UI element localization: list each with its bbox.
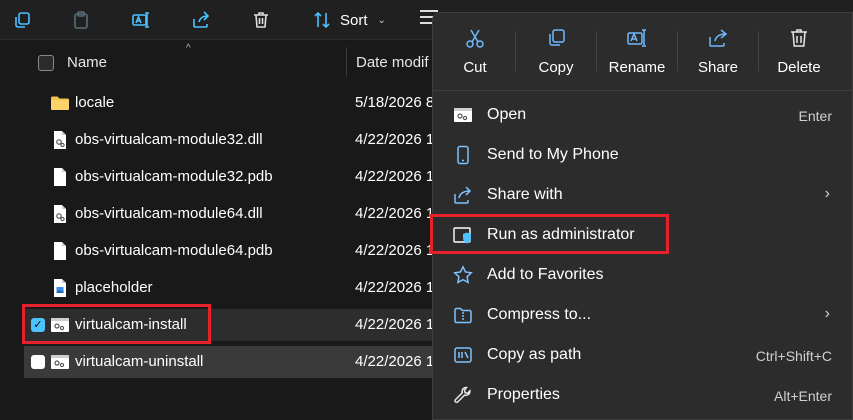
file-date: 4/22/2026 1 (355, 316, 435, 333)
row-checkbox[interactable] (31, 355, 45, 369)
file-date: 4/22/2026 1 (355, 131, 435, 148)
delete-icon[interactable] (247, 6, 275, 34)
file-date: 4/22/2026 1 (355, 279, 435, 296)
menu-item-label: Send to My Phone (487, 146, 619, 163)
rename-label: Rename (608, 59, 666, 76)
menu-item-copy-as-path[interactable]: Copy as path Ctrl+Shift+C (433, 335, 853, 375)
column-header-date[interactable]: Date modif (356, 54, 429, 71)
rename-button[interactable]: Rename (597, 27, 677, 83)
menu-highlight-box (430, 214, 669, 254)
shortcut-text: Enter (798, 108, 832, 124)
copy-icon (549, 29, 565, 46)
copy-button[interactable]: Copy (516, 27, 596, 83)
file-date: 4/22/2026 1 (355, 168, 435, 185)
dll-file-icon (50, 130, 70, 150)
rename-icon (627, 29, 646, 47)
delete-label: Delete (777, 59, 821, 76)
sort-label: Sort (340, 11, 368, 29)
menu-item-label: Add to Favorites (487, 266, 604, 283)
column-divider[interactable] (346, 47, 347, 77)
script-file-icon (50, 352, 70, 372)
file-highlight-box (22, 304, 211, 344)
zip-icon (453, 305, 473, 325)
file-name: virtualcam-uninstall (75, 353, 204, 370)
paste-icon[interactable] (67, 6, 95, 34)
copy-label: Copy (538, 59, 574, 76)
share-label: Share (697, 59, 739, 76)
folder-icon (50, 93, 70, 113)
menu-item-properties[interactable]: Properties Alt+Enter (433, 375, 853, 415)
scissors-icon (466, 29, 484, 48)
menu-item-label: Compress to... (487, 306, 592, 323)
cut-button[interactable]: Cut (435, 27, 515, 83)
rename-icon[interactable] (127, 6, 155, 34)
menu-item-label: Properties (487, 386, 560, 403)
copy-icon[interactable] (8, 6, 36, 34)
file-name: locale (75, 94, 115, 111)
column-header-name[interactable]: Name (67, 54, 107, 71)
file-name: placeholder (75, 279, 153, 296)
file-name: obs-virtualcam-module64.dll (75, 205, 263, 222)
menu-item-compress-to[interactable]: Compress to... › (433, 295, 853, 335)
file-name: obs-virtualcam-module64.pdb (75, 242, 273, 259)
cut-label: Cut (463, 59, 487, 76)
menu-item-send-to-phone[interactable]: Send to My Phone (433, 135, 853, 175)
menu-item-share-with[interactable]: Share with › (433, 175, 853, 215)
file-date: 4/22/2026 1 (355, 205, 435, 222)
menu-item-add-to-favorites[interactable]: Add to Favorites (433, 255, 853, 295)
file-name: obs-virtualcam-module32.pdb (75, 168, 273, 185)
share-with-icon (453, 185, 473, 205)
wrench-icon (453, 385, 473, 405)
file-name: obs-virtualcam-module32.dll (75, 131, 263, 148)
sort-ascending-icon: ^ (186, 43, 191, 54)
share-button[interactable]: Share (678, 27, 758, 83)
quick-actions-bar: Cut Copy Rename Share Delete (433, 13, 853, 91)
chevron-right-icon: › (824, 185, 830, 202)
share-icon (709, 29, 728, 47)
trash-icon (791, 29, 807, 47)
open-app-icon (453, 105, 473, 125)
file-icon (50, 241, 70, 261)
menu-item-label: Share with (487, 186, 563, 203)
file-date: 5/18/2026 8 (355, 94, 435, 111)
shortcut-text: Ctrl+Shift+C (755, 348, 832, 364)
path-icon (453, 345, 473, 365)
menu-item-label: Copy as path (487, 346, 582, 363)
file-date: 4/22/2026 1 (355, 242, 435, 259)
sort-icon (314, 11, 330, 29)
phone-icon (453, 145, 473, 165)
delete-button[interactable]: Delete (759, 27, 839, 83)
file-date: 4/22/2026 1 (355, 353, 435, 370)
menu-item-open[interactable]: Open Enter (433, 95, 853, 135)
menu-item-label: Open (487, 106, 527, 123)
star-icon (453, 265, 473, 285)
chevron-right-icon: › (824, 305, 830, 322)
file-icon (50, 167, 70, 187)
sort-button[interactable]: Sort ⌄ (312, 6, 386, 34)
share-icon[interactable] (187, 6, 215, 34)
image-file-icon (50, 278, 70, 298)
select-all-checkbox[interactable] (38, 55, 54, 71)
dll-file-icon (50, 204, 70, 224)
chevron-down-icon: ⌄ (377, 14, 386, 26)
shortcut-text: Alt+Enter (774, 388, 832, 404)
